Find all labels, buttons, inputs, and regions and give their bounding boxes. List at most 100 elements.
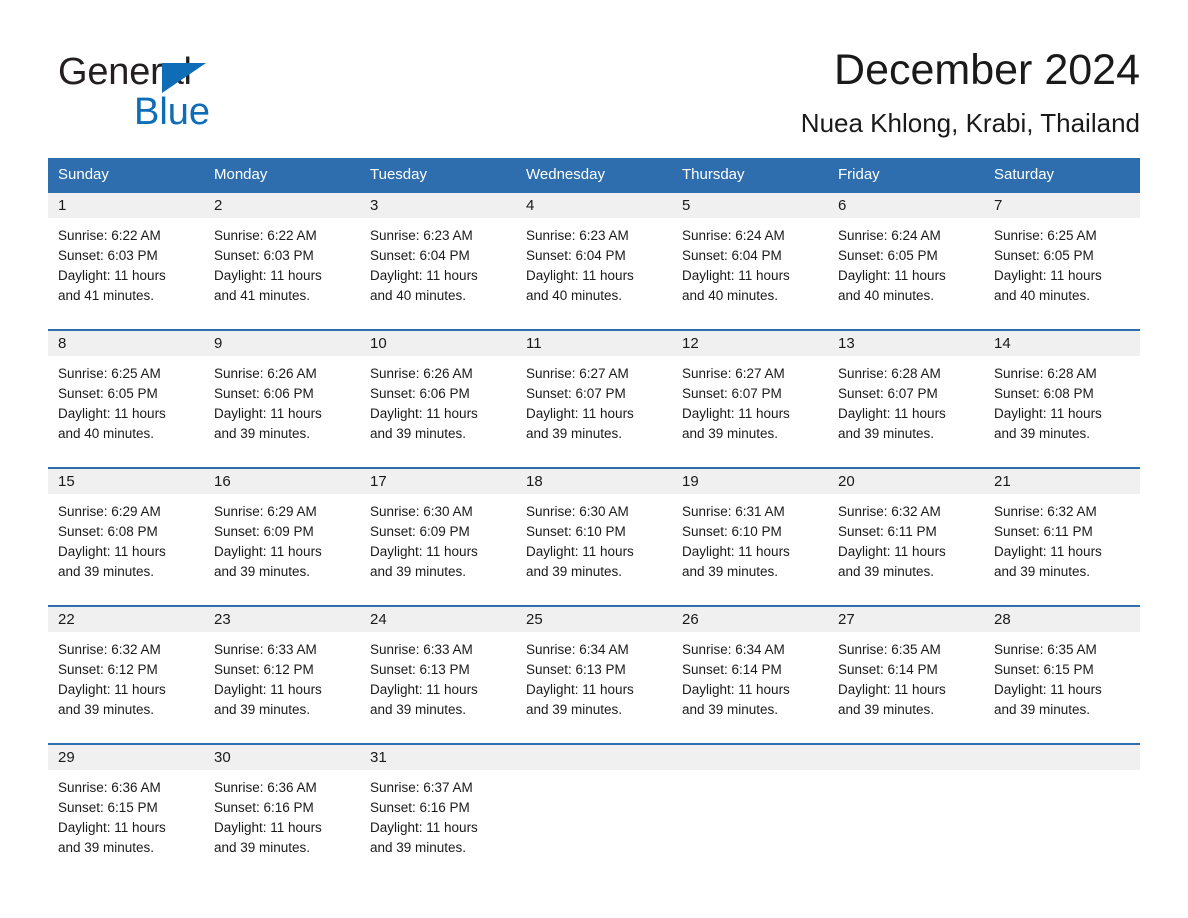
day-cell-empty	[516, 745, 672, 868]
daylight-text-line1: Daylight: 11 hours	[58, 544, 166, 559]
day-details: Sunrise: 6:37 AM Sunset: 6:16 PM Daylight:…	[360, 770, 516, 868]
daylight-text-line1: Daylight: 11 hours	[370, 682, 478, 697]
day-cell[interactable]: 4 Sunrise: 6:23 AM Sunset: 6:04 PM Daylight…	[516, 193, 672, 316]
day-details: Sunrise: 6:32 AM Sunset: 6:12 PM Daylight:…	[48, 632, 204, 730]
daylight-text-line1: Daylight: 11 hours	[58, 682, 166, 697]
day-number: 4	[516, 193, 672, 218]
day-cell[interactable]: 31 Sunrise: 6:37 AM Sunset: 6:16 PM Dayligh…	[360, 745, 516, 868]
day-details: Sunrise: 6:22 AM Sunset: 6:03 PM Daylight:…	[48, 218, 204, 316]
day-details: Sunrise: 6:29 AM Sunset: 6:08 PM Daylight:…	[48, 494, 204, 592]
day-details: Sunrise: 6:33 AM Sunset: 6:12 PM Daylight:…	[204, 632, 360, 730]
sunrise-text: Sunrise: 6:27 AM	[682, 366, 785, 381]
day-details: Sunrise: 6:34 AM Sunset: 6:14 PM Daylight:…	[672, 632, 828, 730]
daylight-text-line2: and 39 minutes.	[682, 702, 779, 717]
daylight-text-line1: Daylight: 11 hours	[526, 268, 634, 283]
day-cell[interactable]: 9 Sunrise: 6:26 AM Sunset: 6:06 PM Daylight…	[204, 331, 360, 454]
day-cell[interactable]: 8 Sunrise: 6:25 AM Sunset: 6:05 PM Daylight…	[48, 331, 204, 454]
day-cell[interactable]: 24 Sunrise: 6:33 AM Sunset: 6:13 PM Dayligh…	[360, 607, 516, 730]
daylight-text-line1: Daylight: 11 hours	[58, 820, 166, 835]
day-number: 7	[984, 193, 1140, 218]
day-cell[interactable]: 21 Sunrise: 6:32 AM Sunset: 6:11 PM Dayligh…	[984, 469, 1140, 592]
day-cell[interactable]: 13 Sunrise: 6:28 AM Sunset: 6:07 PM Dayligh…	[828, 331, 984, 454]
day-details: Sunrise: 6:36 AM Sunset: 6:16 PM Daylight:…	[204, 770, 360, 868]
day-cell[interactable]: 6 Sunrise: 6:24 AM Sunset: 6:05 PM Daylight…	[828, 193, 984, 316]
day-cell[interactable]: 22 Sunrise: 6:32 AM Sunset: 6:12 PM Dayligh…	[48, 607, 204, 730]
day-number: 8	[48, 331, 204, 356]
day-cell[interactable]: 29 Sunrise: 6:36 AM Sunset: 6:15 PM Dayligh…	[48, 745, 204, 868]
day-cell[interactable]: 5 Sunrise: 6:24 AM Sunset: 6:04 PM Daylight…	[672, 193, 828, 316]
sunrise-text: Sunrise: 6:28 AM	[994, 366, 1097, 381]
day-details: Sunrise: 6:28 AM Sunset: 6:07 PM Daylight:…	[828, 356, 984, 454]
day-cell[interactable]: 27 Sunrise: 6:35 AM Sunset: 6:14 PM Dayligh…	[828, 607, 984, 730]
day-cell[interactable]: 20 Sunrise: 6:32 AM Sunset: 6:11 PM Dayligh…	[828, 469, 984, 592]
calendar-grid: Sunday Monday Tuesday Wednesday Thursday…	[48, 158, 1140, 868]
sunset-text: Sunset: 6:04 PM	[526, 248, 626, 263]
day-cell[interactable]: 1 Sunrise: 6:22 AM Sunset: 6:03 PM Daylight…	[48, 193, 204, 316]
day-number: 1	[48, 193, 204, 218]
title-block: December 2024 Nuea Khlong, Krabi, Thaila…	[801, 44, 1140, 138]
daylight-text-line2: and 39 minutes.	[526, 564, 623, 579]
day-cell[interactable]: 3 Sunrise: 6:23 AM Sunset: 6:04 PM Daylight…	[360, 193, 516, 316]
sunrise-text: Sunrise: 6:24 AM	[838, 228, 941, 243]
daylight-text-line2: and 40 minutes.	[838, 288, 935, 303]
generalblue-logo[interactable]: General Blue	[58, 50, 358, 140]
sunset-text: Sunset: 6:08 PM	[994, 386, 1094, 401]
sunset-text: Sunset: 6:10 PM	[526, 524, 626, 539]
daylight-text-line1: Daylight: 11 hours	[838, 406, 946, 421]
day-cell[interactable]: 10 Sunrise: 6:26 AM Sunset: 6:06 PM Dayligh…	[360, 331, 516, 454]
sunrise-text: Sunrise: 6:27 AM	[526, 366, 629, 381]
day-cell[interactable]: 12 Sunrise: 6:27 AM Sunset: 6:07 PM Dayligh…	[672, 331, 828, 454]
day-cell[interactable]: 7 Sunrise: 6:25 AM Sunset: 6:05 PM Daylight…	[984, 193, 1140, 316]
day-details: Sunrise: 6:28 AM Sunset: 6:08 PM Daylight:…	[984, 356, 1140, 454]
daylight-text-line1: Daylight: 11 hours	[838, 682, 946, 697]
day-cell[interactable]: 28 Sunrise: 6:35 AM Sunset: 6:15 PM Dayligh…	[984, 607, 1140, 730]
sunset-text: Sunset: 6:15 PM	[58, 800, 158, 815]
day-details: Sunrise: 6:35 AM Sunset: 6:15 PM Daylight:…	[984, 632, 1140, 730]
day-details: Sunrise: 6:30 AM Sunset: 6:10 PM Daylight:…	[516, 494, 672, 592]
sunset-text: Sunset: 6:11 PM	[838, 524, 937, 539]
daylight-text-line1: Daylight: 11 hours	[58, 406, 166, 421]
day-cell[interactable]: 2 Sunrise: 6:22 AM Sunset: 6:03 PM Daylight…	[204, 193, 360, 316]
day-cell-empty	[828, 745, 984, 868]
daylight-text-line2: and 39 minutes.	[214, 840, 311, 855]
day-cell-empty	[672, 745, 828, 868]
day-number: 3	[360, 193, 516, 218]
day-number: 30	[204, 745, 360, 770]
daylight-text-line1: Daylight: 11 hours	[370, 406, 478, 421]
daylight-text-line1: Daylight: 11 hours	[58, 268, 166, 283]
sunrise-text: Sunrise: 6:33 AM	[214, 642, 317, 657]
sunrise-text: Sunrise: 6:22 AM	[58, 228, 161, 243]
day-cell[interactable]: 25 Sunrise: 6:34 AM Sunset: 6:13 PM Dayligh…	[516, 607, 672, 730]
day-number: 13	[828, 331, 984, 356]
sunset-text: Sunset: 6:10 PM	[682, 524, 782, 539]
sunrise-text: Sunrise: 6:25 AM	[994, 228, 1097, 243]
sunrise-text: Sunrise: 6:23 AM	[526, 228, 629, 243]
day-cell[interactable]: 16 Sunrise: 6:29 AM Sunset: 6:09 PM Dayligh…	[204, 469, 360, 592]
daylight-text-line2: and 40 minutes.	[994, 288, 1091, 303]
day-cell[interactable]: 15 Sunrise: 6:29 AM Sunset: 6:08 PM Dayligh…	[48, 469, 204, 592]
sunrise-text: Sunrise: 6:35 AM	[994, 642, 1097, 657]
daylight-text-line2: and 39 minutes.	[58, 702, 155, 717]
day-cell[interactable]: 23 Sunrise: 6:33 AM Sunset: 6:12 PM Dayligh…	[204, 607, 360, 730]
day-cell[interactable]: 30 Sunrise: 6:36 AM Sunset: 6:16 PM Dayligh…	[204, 745, 360, 868]
sunset-text: Sunset: 6:09 PM	[214, 524, 314, 539]
sunset-text: Sunset: 6:16 PM	[370, 800, 470, 815]
weekday-header-tuesday: Tuesday	[370, 166, 427, 183]
day-number: 10	[360, 331, 516, 356]
sunset-text: Sunset: 6:07 PM	[838, 386, 938, 401]
daylight-text-line1: Daylight: 11 hours	[994, 268, 1102, 283]
day-number: 25	[516, 607, 672, 632]
day-cell[interactable]: 17 Sunrise: 6:30 AM Sunset: 6:09 PM Dayligh…	[360, 469, 516, 592]
sunrise-text: Sunrise: 6:26 AM	[370, 366, 473, 381]
day-cell[interactable]: 14 Sunrise: 6:28 AM Sunset: 6:08 PM Dayligh…	[984, 331, 1140, 454]
day-cell[interactable]: 11 Sunrise: 6:27 AM Sunset: 6:07 PM Dayligh…	[516, 331, 672, 454]
day-cell[interactable]: 18 Sunrise: 6:30 AM Sunset: 6:10 PM Dayligh…	[516, 469, 672, 592]
day-number: 23	[204, 607, 360, 632]
day-cell[interactable]: 26 Sunrise: 6:34 AM Sunset: 6:14 PM Dayligh…	[672, 607, 828, 730]
weekday-header-saturday: Saturday	[994, 166, 1055, 183]
page-subtitle-location: Nuea Khlong, Krabi, Thailand	[800, 108, 1140, 138]
daylight-text-line1: Daylight: 11 hours	[682, 406, 790, 421]
weekday-header-row: Sunday Monday Tuesday Wednesday Thursday…	[48, 158, 1140, 191]
daylight-text-line1: Daylight: 11 hours	[370, 544, 478, 559]
day-cell[interactable]: 19 Sunrise: 6:31 AM Sunset: 6:10 PM Dayligh…	[672, 469, 828, 592]
